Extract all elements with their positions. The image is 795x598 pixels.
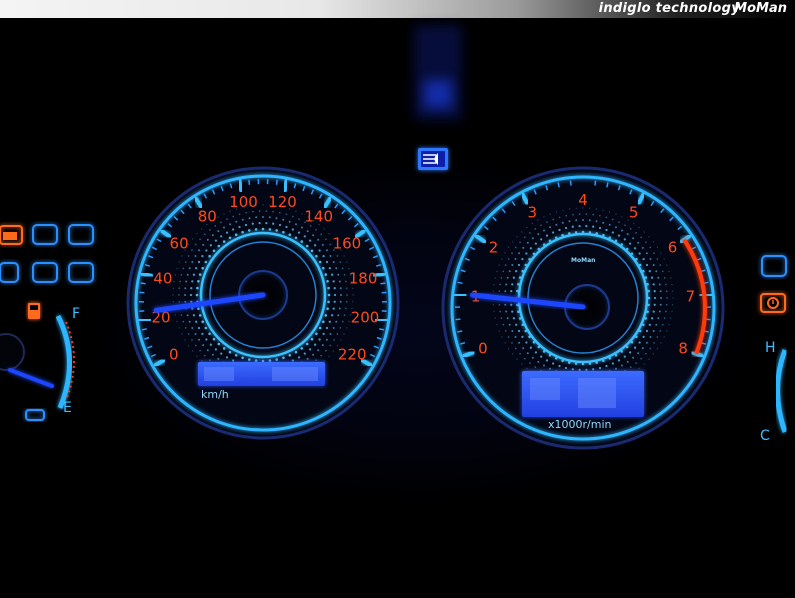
left-warning-lamps xyxy=(0,224,94,283)
tach-label-0: 0 xyxy=(478,340,488,358)
tachometer-brand: MoMan xyxy=(571,257,595,264)
tach-label-4: 4 xyxy=(578,191,588,209)
speed-label-7: 140 xyxy=(304,207,333,225)
speed-label-2: 40 xyxy=(153,270,172,288)
tach-label-6: 6 xyxy=(668,239,678,257)
tach-label-5: 5 xyxy=(629,204,639,222)
fuel-needle xyxy=(8,368,54,388)
tach-label-7: 7 xyxy=(686,288,696,306)
speed-label-4: 80 xyxy=(198,207,217,225)
fuel-full-mark: F xyxy=(72,306,80,322)
check-engine-icon xyxy=(0,225,23,245)
tach-label-3: 3 xyxy=(528,204,538,222)
speed-label-9: 180 xyxy=(349,270,378,288)
speedometer: 020406080100 120140160180200220 km/h xyxy=(126,166,400,440)
speed-label-8: 160 xyxy=(333,234,362,252)
tachometer-unit: x1000r/min xyxy=(548,418,612,431)
instrument-cluster: 020406080100 120140160180200220 km/h MoMa… xyxy=(0,25,788,450)
fuel-gauge: F E xyxy=(0,303,80,421)
speed-label-3: 60 xyxy=(170,234,189,252)
fuel-empty-mark: E xyxy=(63,400,72,416)
speed-label-5: 100 xyxy=(229,193,258,211)
speed-label-10: 200 xyxy=(351,309,380,327)
warning-icon xyxy=(760,293,786,313)
dashboard-photo: indiglo technology MoMan 0 20 40 60 80 1… xyxy=(0,0,795,598)
temperature-gauge: H C xyxy=(760,340,788,444)
right-warning-lamps xyxy=(760,255,787,313)
speed-label-11: 220 xyxy=(338,346,367,364)
tach-label-2: 2 xyxy=(489,239,499,257)
temp-cold-mark: C xyxy=(760,428,770,444)
tachometer: MoMan 012345678 x1000r/min xyxy=(441,166,725,450)
fuel-pump-icon xyxy=(28,303,40,319)
speed-label-0: 0 xyxy=(169,346,179,364)
headlight-icon xyxy=(418,148,448,170)
speedometer-unit: km/h xyxy=(201,388,229,401)
temp-hot-mark: H xyxy=(765,340,776,356)
speed-label-6: 120 xyxy=(268,193,297,211)
tach-label-8: 8 xyxy=(678,340,688,358)
